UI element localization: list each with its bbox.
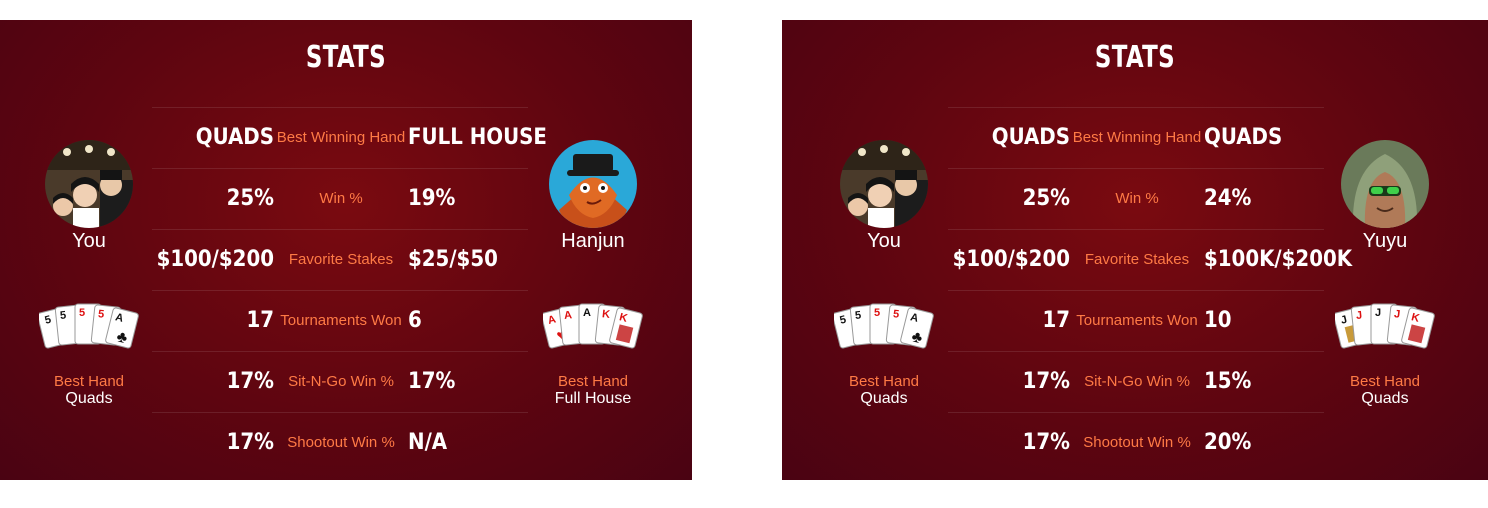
stat-left-value: 17% — [1022, 369, 1070, 394]
stat-right-value: N/A — [408, 430, 448, 455]
stats-row: 25% Win % 19% — [152, 168, 528, 229]
cards-quads-icon: 5 5 5 5 A♣ — [832, 303, 934, 349]
stat-label: Favorite Stakes — [288, 251, 394, 268]
stats-row: 17 Tournaments Won 6 — [152, 290, 528, 351]
best-hand-label: Best Hand — [557, 373, 629, 390]
cards-quads-icon: 5 5 5 5 A♣ — [37, 303, 139, 349]
stats-row: $100/$200 Favorite Stakes $25/$50 — [152, 229, 528, 290]
stats-panel-2: STATS You Yuyu 5 5 5 5 A ♣ Best Hand Qua… — [782, 20, 1488, 480]
svg-text:J: J — [1375, 307, 1381, 319]
stat-left-value: QUADS — [991, 125, 1070, 150]
stat-label: Tournaments Won — [280, 312, 402, 329]
stat-label: Shootout Win % — [287, 434, 395, 451]
stat-left-value: $100/$200 — [156, 247, 274, 272]
svg-text:K: K — [601, 308, 610, 321]
stats-row: 17% Sit-N-Go Win % 15% — [948, 351, 1324, 412]
svg-text:5: 5 — [97, 308, 104, 321]
stat-label: Sit-N-Go Win % — [1084, 373, 1190, 390]
player-name: Hanjun — [561, 230, 625, 252]
stat-right-value: 20% — [1204, 430, 1252, 455]
stats-row: 25% Win % 24% — [948, 168, 1324, 229]
stats-row: 17 Tournaments Won 10 — [948, 290, 1324, 351]
stat-label: Win % — [1115, 190, 1159, 207]
avatar-you[interactable] — [840, 140, 928, 228]
avatar-yuyu[interactable] — [1341, 140, 1429, 228]
stat-left-value: $100/$200 — [952, 247, 1070, 272]
stat-label: Tournaments Won — [1076, 312, 1198, 329]
stats-row: 17% Shootout Win % 20% — [948, 412, 1324, 473]
best-hand-label: Best Hand — [848, 373, 920, 390]
best-hand-right: J J J J K Best Hand Quads — [1320, 300, 1450, 408]
player-name: You — [72, 230, 106, 252]
stat-right-value: 24% — [1204, 186, 1252, 211]
stat-left-value: 25% — [226, 186, 274, 211]
stat-left-value: 17 — [246, 308, 274, 333]
best-hand-value: Full House — [554, 390, 632, 407]
stat-left-value: 25% — [1022, 186, 1070, 211]
stats-row: QUADS Best Winning Hand QUADS — [948, 107, 1324, 168]
stat-right-value: 10 — [1204, 308, 1232, 333]
best-hand-label: Best Hand — [53, 373, 125, 390]
stats-row: $100/$200 Favorite Stakes $100K/$200K — [948, 229, 1352, 290]
stats-title: STATS — [305, 40, 387, 75]
stat-left-value: 17% — [1022, 430, 1070, 455]
stats-table: QUADS Best Winning Hand FULL HOUSE 25% Win … — [152, 107, 547, 473]
best-hand-right: A ♥ A A K K Best Hand Full House — [528, 300, 658, 408]
svg-text:5: 5 — [59, 309, 66, 322]
stat-label: Sit-N-Go Win % — [288, 373, 394, 390]
stat-right-value: QUADS — [1204, 125, 1283, 150]
player-left[interactable]: You — [819, 140, 949, 253]
best-hand-value: Quads — [65, 390, 113, 407]
player-left[interactable]: You — [24, 140, 154, 253]
avatar-hanjun[interactable] — [549, 140, 637, 228]
stat-left-value: 17% — [226, 369, 274, 394]
svg-text:A: A — [583, 307, 591, 319]
svg-text:J: J — [1355, 309, 1362, 322]
best-hand-value: Quads — [860, 390, 908, 407]
svg-text:5: 5 — [874, 307, 880, 319]
stat-right-value: 19% — [408, 186, 456, 211]
stat-right-value: FULL HOUSE — [408, 125, 547, 150]
stat-label: Favorite Stakes — [1084, 251, 1190, 268]
stats-row: 17% Sit-N-Go Win % 17% — [152, 351, 528, 412]
stat-left-value: 17% — [226, 430, 274, 455]
stat-right-value: $25/$50 — [408, 247, 498, 272]
svg-text:5: 5 — [854, 309, 861, 322]
svg-text:J: J — [1393, 308, 1400, 321]
cards-full-house-icon: A♥ A A K K — [541, 303, 643, 349]
svg-text:5: 5 — [892, 308, 899, 321]
stat-right-value: 6 — [408, 308, 422, 333]
stat-label: Shootout Win % — [1083, 434, 1191, 451]
stat-label: Best Winning Hand — [1072, 129, 1202, 146]
stat-left-value: 17 — [1042, 308, 1070, 333]
stat-label: Win % — [319, 190, 363, 207]
stat-left-value: QUADS — [195, 125, 274, 150]
best-hand-left: 5 5 5 5 A ♣ Best Hand Quads — [24, 300, 154, 408]
stat-label: Best Winning Hand — [276, 129, 406, 146]
stat-right-value: 17% — [408, 369, 456, 394]
best-hand-left: 5 5 5 5 A ♣ Best Hand Quads — [819, 300, 949, 408]
cards-quads-jacks-icon: J J J J K — [1333, 303, 1435, 349]
stat-right-value: $100K/$200K — [1204, 247, 1353, 272]
avatar-you[interactable] — [45, 140, 133, 228]
stats-title: STATS — [1094, 40, 1176, 75]
stat-right-value: 15% — [1204, 369, 1252, 394]
player-name: You — [867, 230, 901, 252]
stats-row: 17% Shootout Win % N/A — [152, 412, 528, 473]
stats-panel-1: STATS You Hanjun 5 5 5 5 A ♣ Best Hand Q… — [0, 20, 692, 480]
best-hand-value: Quads — [1361, 390, 1409, 407]
stats-table: QUADS Best Winning Hand QUADS 25% Win % 24% … — [948, 107, 1352, 473]
stats-row: QUADS Best Winning Hand FULL HOUSE — [152, 107, 547, 168]
best-hand-label: Best Hand — [1349, 373, 1421, 390]
svg-text:5: 5 — [79, 307, 85, 319]
player-right[interactable]: Hanjun — [528, 140, 658, 253]
svg-text:A: A — [563, 309, 572, 322]
